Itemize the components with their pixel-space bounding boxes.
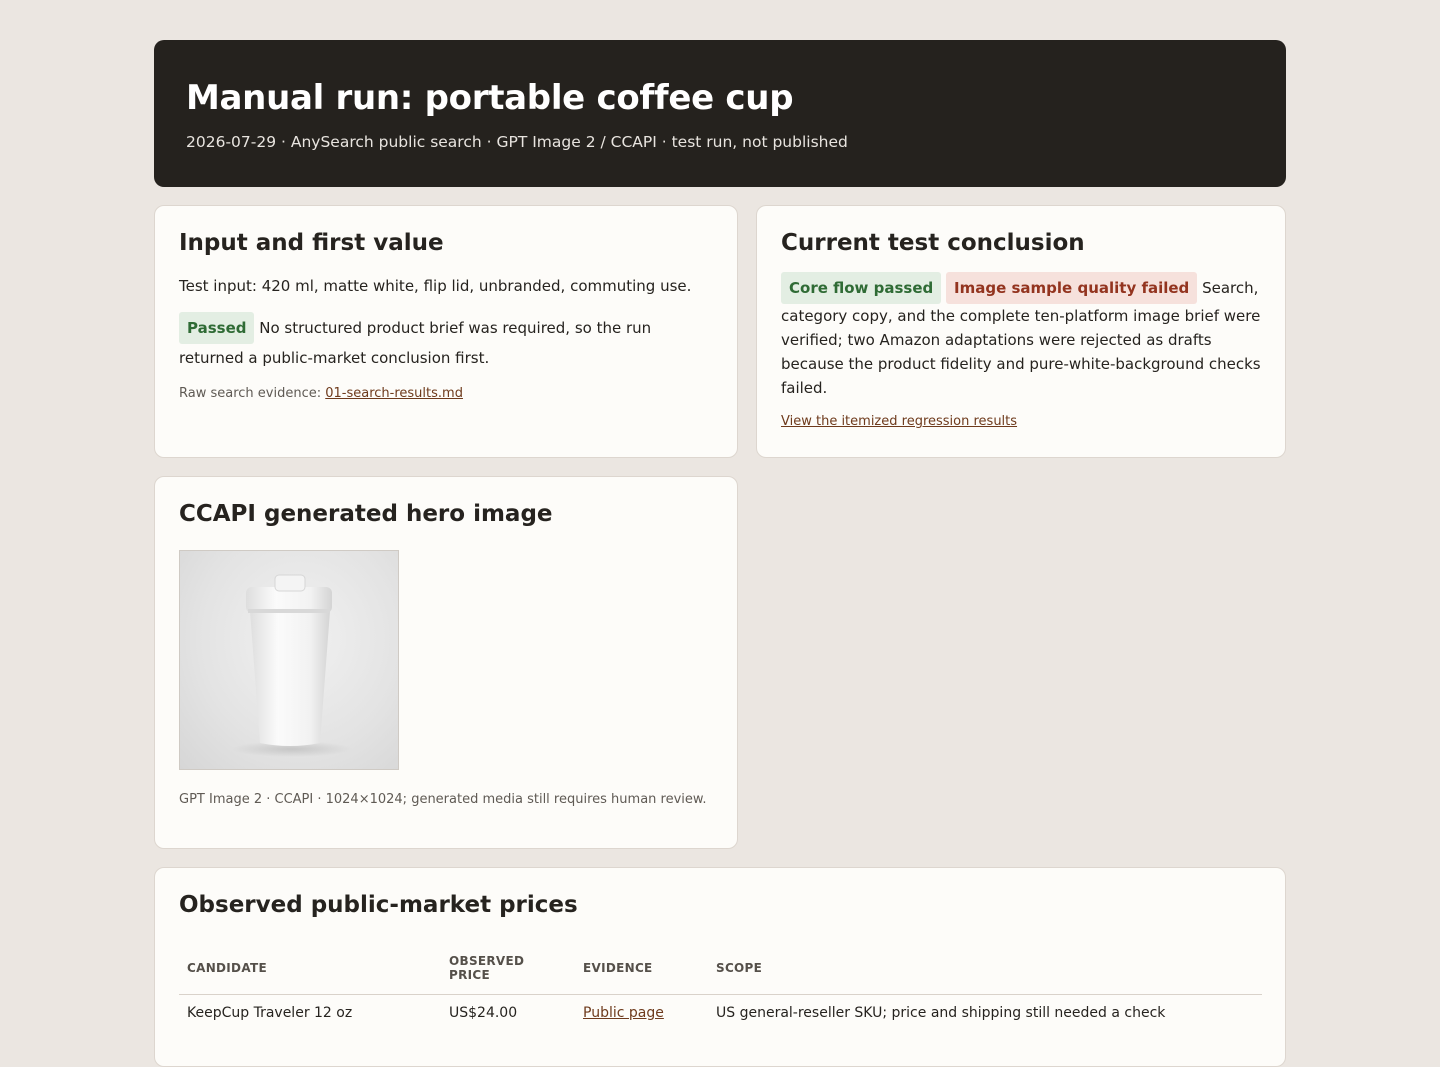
hero-image[interactable] — [179, 550, 399, 770]
prices-table-header: CANDIDATE OBSERVED PRICE EVIDENCE SCOPE — [179, 948, 1262, 995]
column-header-evidence: EVIDENCE — [575, 948, 708, 995]
hero-image-card: CCAPI generated hero image GPT Image 2 ·… — [154, 476, 738, 849]
core-flow-badge: Core flow passed — [781, 272, 942, 304]
evidence-cell-link[interactable]: Public page — [583, 1005, 664, 1021]
input-result: Passed No structured product brief was r… — [179, 312, 713, 372]
regression-link-line: View the itemized regression results — [781, 414, 1261, 429]
run-header: Manual run: portable coffee cup 2026-07-… — [154, 40, 1286, 187]
test-input-text: Test input: 420 ml, matte white, flip li… — [179, 277, 692, 295]
passed-badge: Passed — [179, 312, 255, 344]
input-card-title: Input and first value — [179, 230, 444, 256]
conclusion-card-title: Current test conclusion — [781, 230, 1085, 256]
regression-results-link[interactable]: View the itemized regression results — [781, 414, 1017, 429]
column-header-candidate: CANDIDATE — [179, 948, 441, 995]
evidence-label: Raw search evidence: — [179, 386, 326, 401]
hero-card-title: CCAPI generated hero image — [179, 501, 553, 527]
page-title: Manual run: portable coffee cup — [186, 78, 794, 118]
conclusion-body: Core flow passed Image sample quality fa… — [781, 272, 1261, 400]
evidence-link[interactable]: 01-search-results.md — [325, 386, 463, 401]
evidence-line: Raw search evidence: 01-search-results.m… — [179, 386, 713, 401]
run-meta: 2026-07-29 · AnySearch public search · G… — [186, 133, 848, 151]
prices-card-title: Observed public-market prices — [179, 892, 578, 918]
prices-table: CANDIDATE OBSERVED PRICE EVIDENCE SCOPE … — [179, 948, 1262, 1031]
image-quality-badge: Image sample quality failed — [946, 272, 1198, 304]
input-card: Input and first value Test input: 420 ml… — [154, 205, 738, 458]
column-header-price: OBSERVED PRICE — [441, 948, 575, 995]
column-header-scope: SCOPE — [708, 948, 1262, 995]
coffee-cup-illustration — [232, 574, 352, 757]
prices-card: Observed public-market prices CANDIDATE … — [154, 867, 1286, 1067]
conclusion-card: Current test conclusion Core flow passed… — [756, 205, 1286, 458]
hero-image-caption: GPT Image 2 · CCAPI · 1024×1024; generat… — [179, 792, 707, 807]
